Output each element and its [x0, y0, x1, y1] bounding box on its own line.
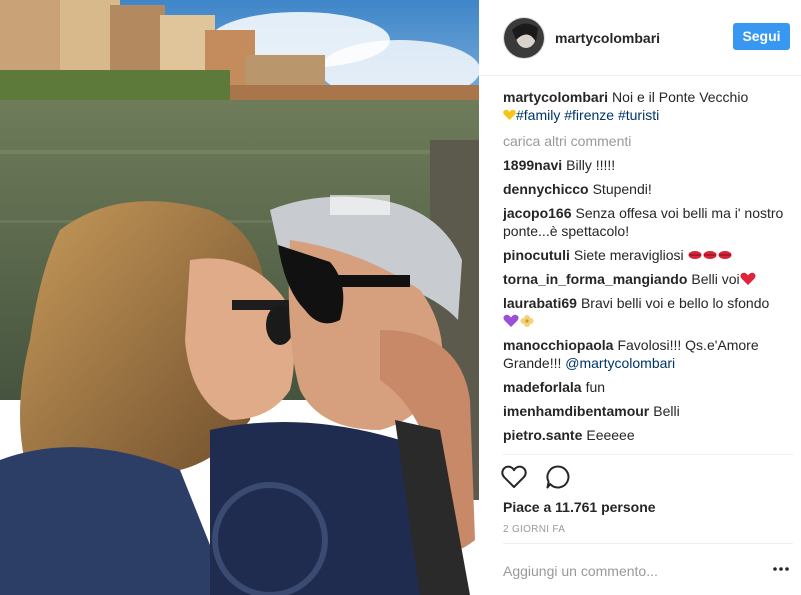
post-header: martycolombari Segui — [479, 0, 801, 76]
comment-text: Billy !!!!! — [566, 157, 616, 173]
caption-text: Noi e il Ponte Vecchio — [612, 89, 749, 105]
comment-item: jacopo166 Senza offesa voi belli ma i' no… — [503, 204, 793, 240]
divider — [503, 454, 793, 455]
yellow-heart-icon — [503, 109, 516, 120]
follow-button[interactable]: Segui — [733, 23, 790, 50]
caption-username[interactable]: martycolombari — [503, 89, 608, 105]
comment-text: Belli voi — [691, 271, 740, 287]
header-username[interactable]: martycolombari — [555, 30, 660, 46]
comment-username[interactable]: dennychicco — [503, 181, 589, 197]
post-timestamp: 2 GIORNI FA — [503, 524, 566, 535]
comment-username[interactable]: 1899navi — [503, 157, 562, 173]
load-more-comments[interactable]: carica altri commenti — [503, 132, 793, 150]
comment-text: Belli — [653, 403, 680, 419]
hashtag-turisti[interactable]: #turisti — [618, 107, 659, 123]
post-photo[interactable] — [0, 0, 479, 595]
kiss-lips-icon — [688, 251, 731, 259]
comment-text: Siete meravigliosi — [573, 247, 684, 263]
comment-item: dennychicco Stupendi! — [503, 180, 793, 198]
comment-username[interactable]: jacopo166 — [503, 205, 571, 221]
comment-username[interactable]: torna_in_forma_mangiando — [503, 271, 687, 287]
comment-item: pinocutuli Siete meravigliosi — [503, 246, 793, 264]
comment-username[interactable]: manocchiopaola — [503, 337, 613, 353]
likes-count[interactable]: Piace a 11.761 persone — [503, 499, 656, 515]
mention-link[interactable]: @martycolombari — [565, 355, 675, 371]
comment-item: torna_in_forma_mangiando Belli voi — [503, 270, 793, 288]
hashtag-family[interactable]: #family — [516, 107, 560, 123]
comments-list[interactable]: martycolombari Noi e il Ponte Vecchio #fa… — [503, 88, 793, 450]
comment-text: Eeeeee — [586, 427, 635, 443]
add-comment-input[interactable] — [503, 558, 753, 584]
comment-text: fun — [585, 379, 606, 395]
red-heart-icon — [740, 272, 756, 285]
avatar[interactable] — [503, 17, 545, 59]
purple-heart-flower-icon — [503, 314, 534, 327]
comment-item: 1899navi Billy !!!!! — [503, 156, 793, 174]
post-sidebar: martycolombari Segui martycolombari Noi e… — [479, 0, 801, 595]
hashtag-firenze[interactable]: #firenze — [564, 107, 614, 123]
comment-item: madeforlala fun — [503, 378, 793, 396]
comment-username[interactable]: madeforlala — [503, 379, 582, 395]
comment-username[interactable]: pietro.sante — [503, 427, 582, 443]
comment-text: Bravi belli voi e bello lo sfondo — [580, 295, 770, 311]
comment-item: pietro.sante Eeeeee — [503, 426, 793, 444]
divider — [503, 543, 793, 544]
comment-item: laurabati69 Bravi belli voi e bello lo sf… — [503, 294, 793, 330]
comment-item: imenhamdibentamour Belli — [503, 402, 793, 420]
comment-text: Stupendi! — [592, 181, 652, 197]
speech-bubble-icon[interactable] — [545, 464, 571, 490]
comment-item: manocchiopaola Favolosi!!! Qs.e'Amore Gra… — [503, 336, 793, 372]
ellipsis-icon[interactable] — [771, 562, 791, 576]
comment-username[interactable]: pinocutuli — [503, 247, 570, 263]
comment-username[interactable]: imenhamdibentamour — [503, 403, 649, 419]
post-caption: martycolombari Noi e il Ponte Vecchio #fa… — [503, 88, 793, 124]
heart-outline-icon[interactable] — [501, 464, 527, 490]
comment-username[interactable]: laurabati69 — [503, 295, 577, 311]
post-actions — [501, 464, 585, 492]
